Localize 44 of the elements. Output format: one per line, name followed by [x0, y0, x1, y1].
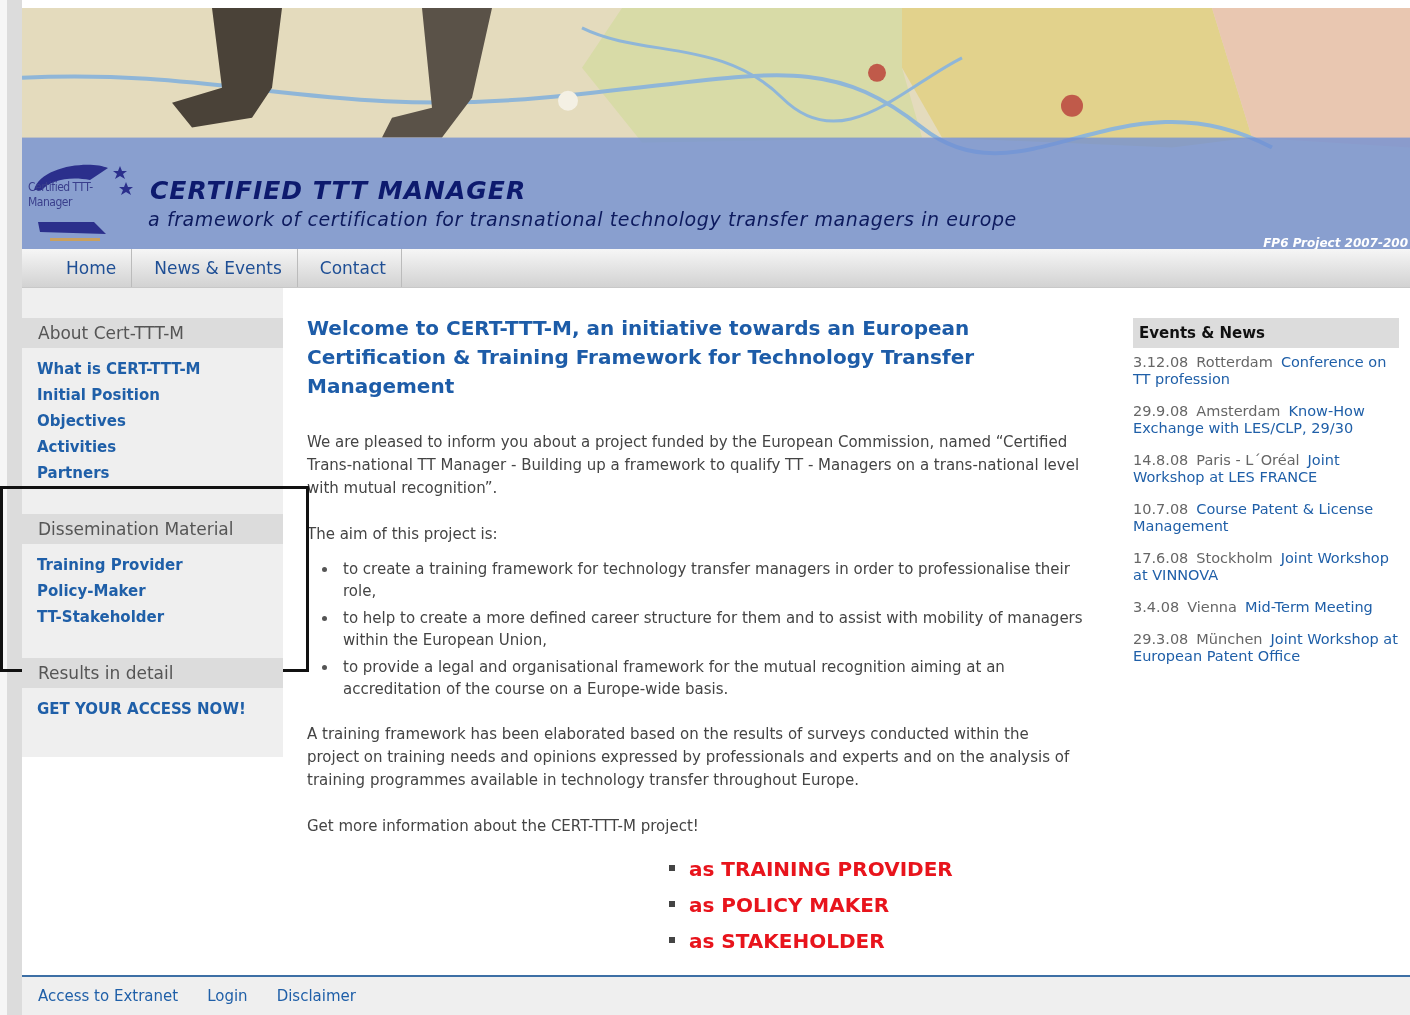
bullet-icon [322, 567, 327, 573]
audience-link[interactable]: as POLICY MAKER [689, 893, 890, 918]
sidebar-link[interactable]: Training Provider [37, 552, 183, 579]
nav-link[interactable]: Contact [297, 249, 402, 288]
sidebar-link[interactable]: Policy-Maker [37, 578, 146, 605]
intro-paragraph: We are pleased to inform you about a project funded by the European Commission, named “Certified Trans-national TT Manager - Building up a framework to qualify TT - Managers on a trans-national level with mutual recognition”. [307, 432, 1081, 500]
event-item[interactable]: 17.6.08 Stockholm Joint Workshop at VINNOVA [1133, 550, 1399, 585]
event-item[interactable]: 3.12.08 Rotterdam Conference on TT profession [1133, 354, 1399, 389]
sidebar-link[interactable]: Activities [37, 434, 117, 461]
site-title: CERTIFIED TTT MANAGER [150, 176, 527, 205]
bullet-icon [322, 665, 327, 671]
summary-paragraph: A training framework has been elaborated based on the results of surveys conducted within the project on training needs and opinions expressed by professionals and experts and on the analysis of training programmes available in technology transfer throughout Europe. [307, 724, 1071, 792]
bullet-icon [669, 865, 675, 872]
audience-link[interactable]: as STAKEHOLDER [689, 929, 885, 954]
sidebar-link[interactable]: GET YOUR ACCESS NOW! [37, 696, 246, 723]
page-heading: Welcome to CERT-TTT-M, an initiative towards an European Certification & Training Framework for Technology Transfer Management [307, 315, 976, 401]
sidebar-link[interactable]: Initial Position [37, 382, 160, 409]
event-item[interactable]: 10.7.08 Course Patent & License Management [1133, 501, 1399, 536]
event-item[interactable]: 3.4.08 Vienna Mid-Term Meeting [1133, 599, 1399, 617]
events-heading: Events & News [1133, 318, 1399, 349]
nav-link[interactable]: News & Events [132, 249, 298, 288]
site-tagline: a framework of certification for transnational technology transfer managers in europe [148, 208, 1017, 230]
footer-link[interactable]: Disclaimer [276, 987, 356, 1006]
sidebar-heading: About Cert-TTT-M [22, 318, 283, 349]
event-item[interactable]: 29.3.08 München Joint Workshop at European Patent Office [1133, 631, 1399, 666]
event-item[interactable]: 29.9.08 Amsterdam Know-How Exchange with LES/CLP, 29/30 [1133, 403, 1399, 438]
aim-label: The aim of this project is: [307, 524, 499, 546]
sidebar-link[interactable]: Objectives [37, 408, 126, 435]
sidebar-link[interactable]: What is CERT-TTT-M [37, 356, 201, 383]
sidebar-heading: Results in detail [22, 658, 283, 689]
bullet-icon [322, 616, 327, 622]
event-item[interactable]: 14.8.08 Paris - L´Oréal Joint Workshop at LES FRANCE [1133, 452, 1399, 487]
nav-link[interactable]: Home [44, 249, 133, 288]
sidebar-link[interactable]: TT-Stakeholder [37, 604, 165, 631]
aim-item: to provide a legal and organisational framework for the mutual recognition aiming at an accreditation of the course on a Europe-wide basis. [343, 658, 1005, 699]
sidebar-heading: Dissemination Material [22, 514, 283, 545]
footer-link[interactable]: Login [207, 987, 248, 1006]
audience-link[interactable]: as TRAINING PROVIDER [689, 857, 953, 882]
project-label: FP6 Project 2007-200 [1263, 236, 1408, 250]
sidebar-link[interactable]: Partners [37, 460, 110, 487]
bullet-icon [669, 901, 675, 908]
bullet-icon [669, 937, 675, 944]
footer-link[interactable]: Access to Extranet [38, 987, 179, 1006]
info-text: Get more information about the CERT-TTT-M project! [307, 816, 700, 838]
